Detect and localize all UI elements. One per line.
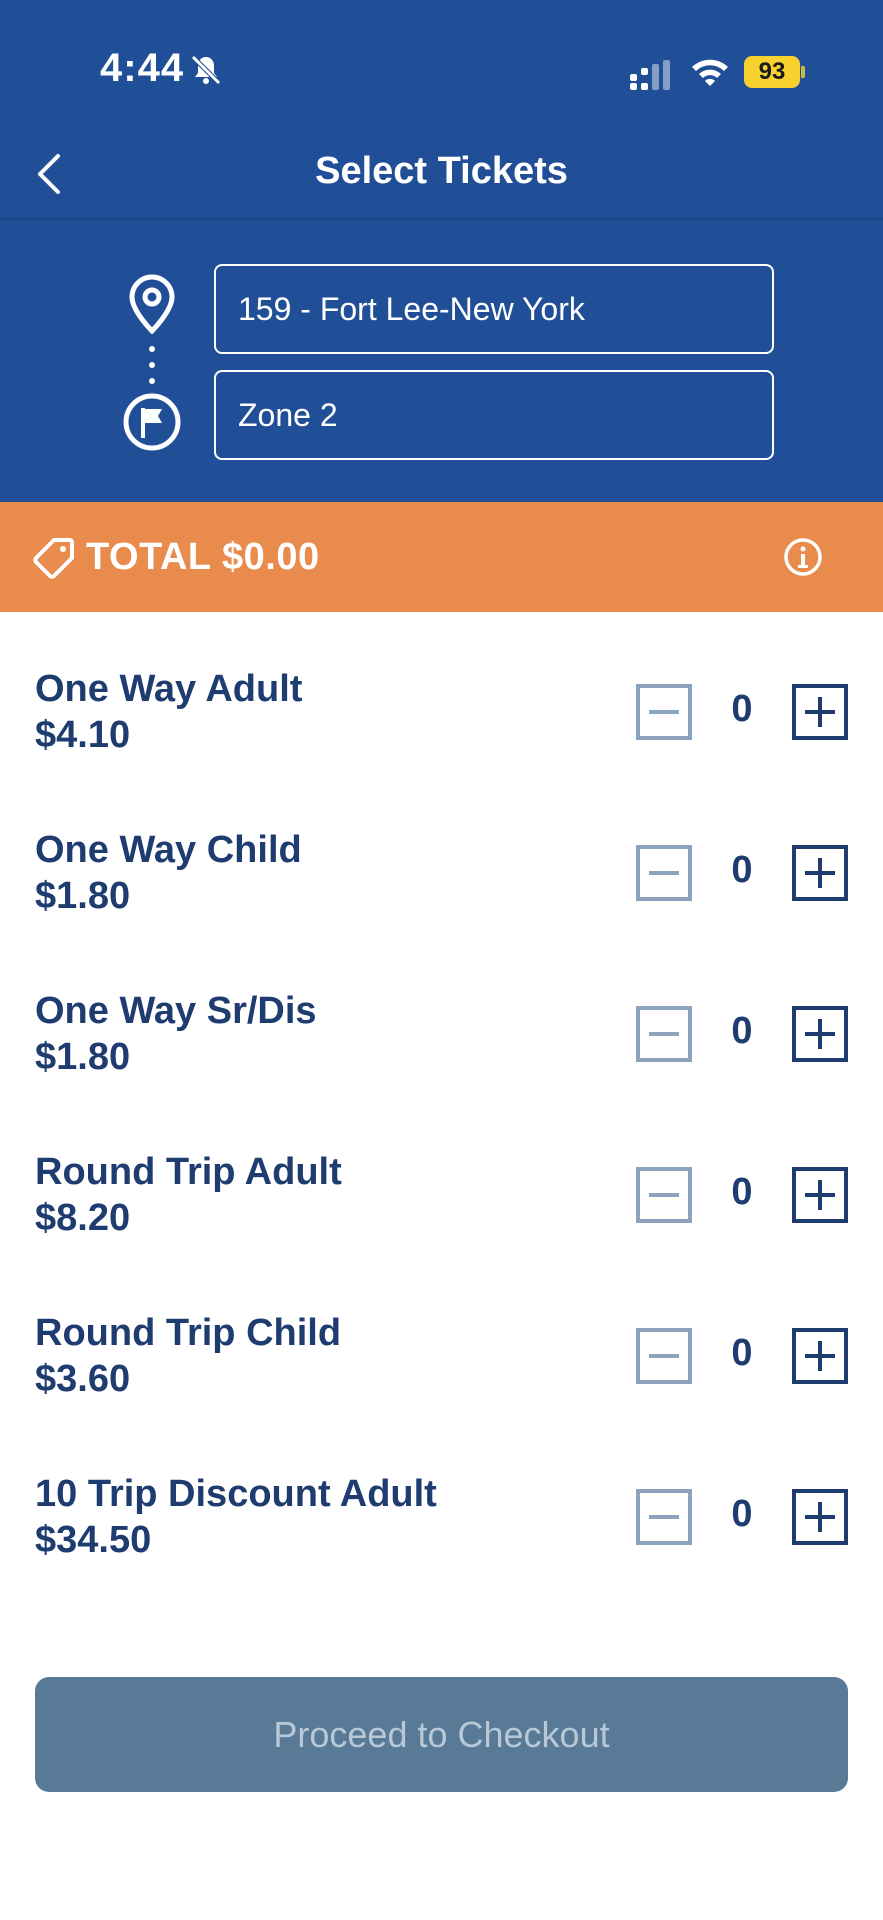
status-bar: 4:44 93: [0, 0, 883, 140]
battery-indicator: 93: [744, 56, 806, 88]
total-amount: TOTAL $0.00: [86, 536, 320, 578]
ticket-row: One Way Adult $4.10 0: [0, 612, 883, 773]
ticket-row: Round Trip Adult $8.20 0: [0, 1095, 883, 1256]
increment-button[interactable]: [792, 1489, 848, 1545]
ticket-name: One Way Sr/Dis: [35, 990, 317, 1032]
wifi-icon: [692, 59, 728, 86]
decrement-button[interactable]: [636, 1489, 692, 1545]
ticket-quantity: 0: [731, 1332, 753, 1374]
ticket-quantity: 0: [731, 1010, 753, 1052]
battery-level: 93: [744, 56, 800, 88]
decrement-button[interactable]: [636, 1328, 692, 1384]
ticket-price: $1.80: [35, 1036, 131, 1078]
ticket-row: One Way Child $1.80 0: [0, 773, 883, 934]
decrement-button[interactable]: [636, 845, 692, 901]
flag-icon: [123, 393, 181, 451]
bell-muted-icon: [191, 55, 221, 85]
ticket-quantity: 0: [731, 1171, 753, 1213]
battery-tip: [801, 66, 805, 78]
ticket-quantity: 0: [731, 1493, 753, 1535]
ticket-quantity: 0: [731, 688, 753, 730]
decrement-button[interactable]: [636, 1167, 692, 1223]
increment-button[interactable]: [792, 845, 848, 901]
ticket-name: 10 Trip Discount Adult: [35, 1473, 437, 1515]
increment-button[interactable]: [792, 1328, 848, 1384]
ticket-name: One Way Child: [35, 829, 302, 871]
nav-bar: Select Tickets: [0, 130, 883, 220]
cellular-signal-icon: [630, 60, 670, 90]
ticket-row: 10 Trip Discount Adult $34.50 0: [0, 1417, 883, 1578]
ticket-price: $1.80: [35, 875, 131, 917]
ticket-name: One Way Adult: [35, 668, 303, 710]
tag-icon: [33, 538, 74, 579]
checkout-button[interactable]: Proceed to Checkout: [35, 1677, 848, 1792]
ticket-name: Round Trip Adult: [35, 1151, 342, 1193]
select-tickets-screen: 4:44 93 Select Tickets 159 - Fort Lee-Ne…: [0, 0, 883, 1920]
increment-button[interactable]: [792, 1167, 848, 1223]
ticket-price: $34.50: [35, 1519, 152, 1561]
origin-field[interactable]: 159 - Fort Lee-New York: [214, 264, 774, 354]
increment-button[interactable]: [792, 1006, 848, 1062]
ticket-list: One Way Adult $4.10 0 One Way Child $1.8…: [0, 612, 883, 1578]
decrement-button[interactable]: [636, 1006, 692, 1062]
location-pin-icon: [129, 274, 175, 334]
ticket-price: $4.10: [35, 714, 131, 756]
ticket-price: $3.60: [35, 1358, 131, 1400]
total-bar: TOTAL $0.00: [0, 502, 883, 612]
destination-field[interactable]: Zone 2: [214, 370, 774, 460]
ticket-row: One Way Sr/Dis $1.80 0: [0, 934, 883, 1095]
page-title: Select Tickets: [315, 150, 568, 192]
ticket-name: Round Trip Child: [35, 1312, 342, 1354]
decrement-button[interactable]: [636, 684, 692, 740]
increment-button[interactable]: [792, 684, 848, 740]
ticket-price: $8.20: [35, 1197, 131, 1239]
header-area: 4:44 93 Select Tickets 159 - Fort Lee-Ne…: [0, 0, 883, 502]
ticket-quantity: 0: [731, 849, 753, 891]
status-time: 4:44: [100, 46, 185, 90]
route-selector: 159 - Fort Lee-New York Zone 2: [0, 250, 883, 470]
ticket-row: Round Trip Child $3.60 0: [0, 1256, 883, 1417]
info-icon[interactable]: [782, 536, 824, 578]
